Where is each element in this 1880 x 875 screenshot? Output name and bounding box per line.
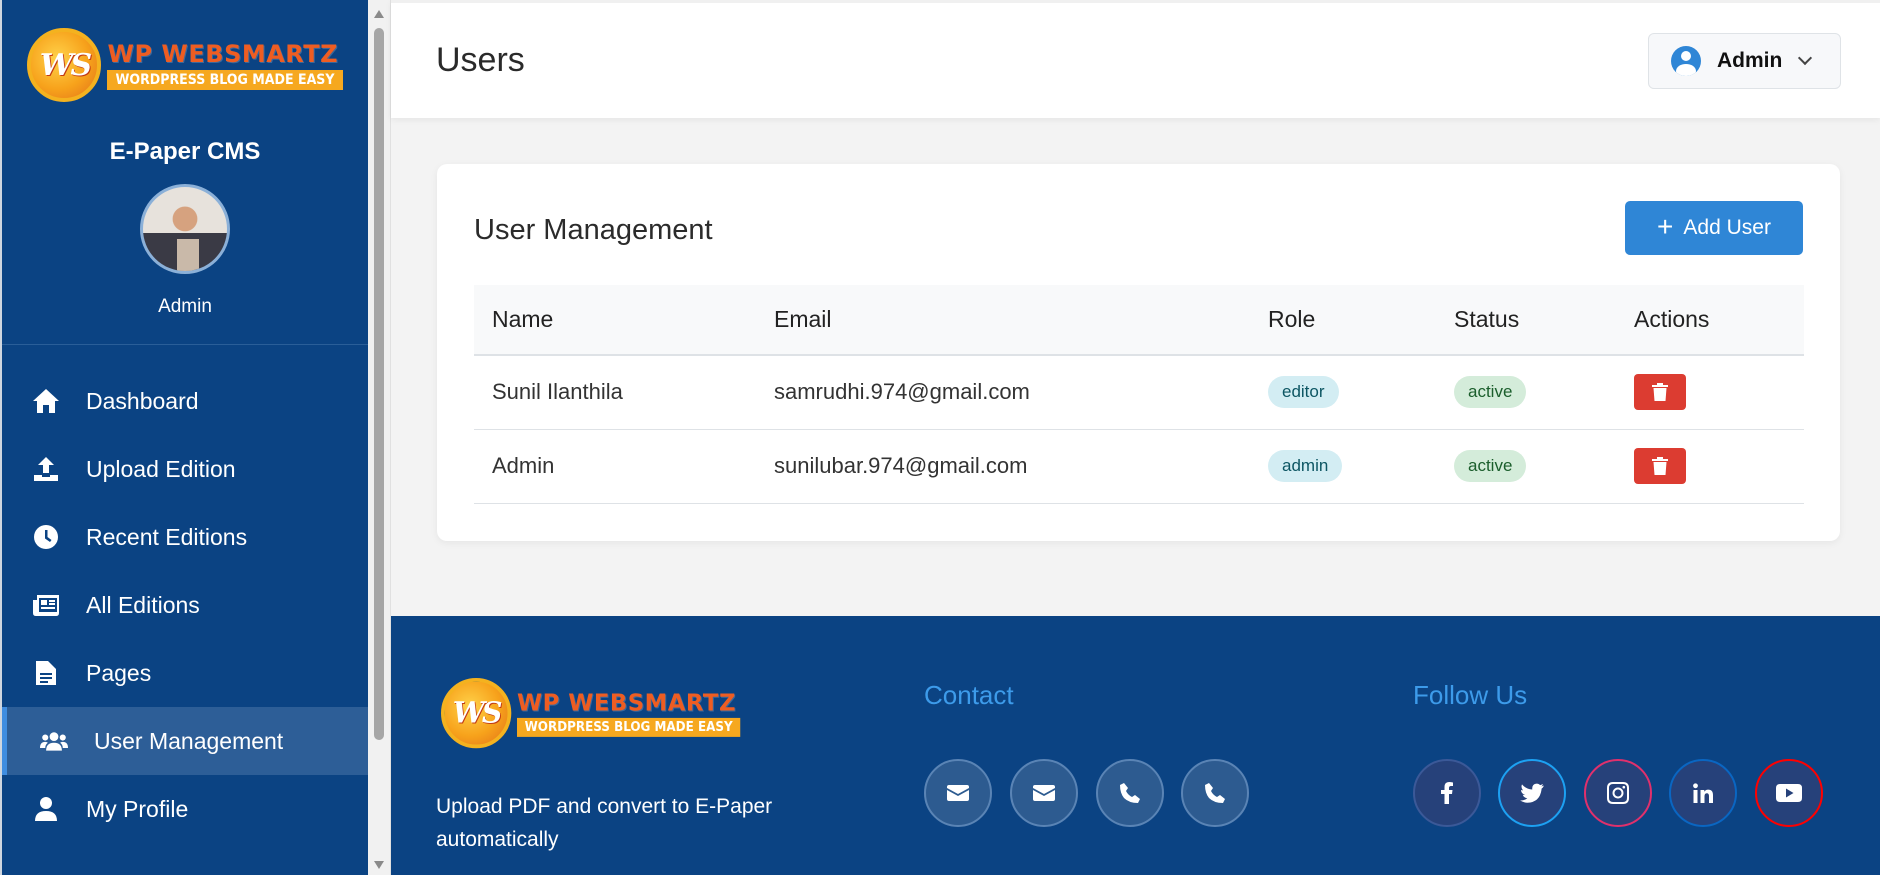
scroll-up-arrow[interactable] <box>374 10 384 18</box>
sidebar-item-label: User Management <box>94 727 284 754</box>
column-header-name: Name <box>474 285 756 356</box>
add-user-label: Add User <box>1683 216 1771 239</box>
follow-us-heading: Follow Us <box>1413 680 1528 710</box>
user-name-cell: Admin <box>474 429 756 504</box>
sidebar-item-label: Dashboard <box>86 387 199 414</box>
column-header-actions: Actions <box>1616 285 1804 356</box>
footer: WS WP WEBSMARTZ WORDPRESS BLOG MADE EASY… <box>391 616 1880 875</box>
phone-button[interactable] <box>1181 759 1249 827</box>
contact-heading: Contact <box>924 680 1014 710</box>
logo[interactable]: WS WP WEBSMARTZ WORDPRESS BLOG MADE EASY <box>27 28 343 102</box>
app-name: E-Paper CMS <box>109 138 261 165</box>
column-header-status: Status <box>1436 285 1616 356</box>
envelope-icon <box>947 785 969 801</box>
phone-icon <box>1205 783 1225 803</box>
status-badge: active <box>1454 376 1527 409</box>
sidebar-brand: WS WP WEBSMARTZ WORDPRESS BLOG MADE EASY… <box>2 0 368 318</box>
user-management-card: User Management + Add User Name Email Ro… <box>437 164 1840 541</box>
instagram-button[interactable] <box>1584 759 1652 827</box>
instagram-icon <box>1607 782 1629 804</box>
plus-icon: + <box>1657 210 1674 242</box>
user-menu-label: Admin <box>1717 49 1783 72</box>
youtube-button[interactable] <box>1755 759 1823 827</box>
logo-mark: WS <box>441 678 512 749</box>
table-row: Admin sunilubar.974@gmail.com admin acti… <box>474 429 1804 504</box>
scrollbar-thumb[interactable] <box>374 28 384 740</box>
trash-icon <box>1652 457 1668 475</box>
file-icon <box>32 659 60 687</box>
twitter-icon <box>1520 783 1544 803</box>
table-header-row: Name Email Role Status Actions <box>474 285 1804 356</box>
email-button[interactable] <box>924 759 992 827</box>
table-row: Sunil Ilanthila samrudhi.974@gmail.com e… <box>474 355 1804 430</box>
sidebar-scrollbar[interactable] <box>368 0 391 875</box>
user-icon <box>32 795 60 823</box>
add-user-button[interactable]: + Add User <box>1625 201 1803 255</box>
sidebar-item-label: All Editions <box>86 591 200 618</box>
footer-logo[interactable]: WS WP WEBSMARTZ WORDPRESS BLOG MADE EASY <box>441 678 741 749</box>
newspaper-icon <box>32 591 60 619</box>
user-email-cell: sunilubar.974@gmail.com <box>756 429 1250 504</box>
youtube-icon <box>1776 784 1802 802</box>
facebook-icon <box>1441 782 1453 804</box>
role-badge: admin <box>1268 450 1343 482</box>
logo-mark: WS <box>27 28 102 102</box>
header: Users Admin <box>391 0 1880 118</box>
column-header-role: Role <box>1250 285 1436 356</box>
twitter-button[interactable] <box>1498 759 1566 827</box>
avatar <box>140 184 230 274</box>
status-badge: active <box>1454 450 1527 482</box>
scroll-down-arrow[interactable] <box>374 861 384 869</box>
logo-title: WP WEBSMARTZ <box>107 40 338 68</box>
sidebar-item-pages[interactable]: Pages <box>2 639 368 707</box>
clock-icon <box>32 523 60 551</box>
facebook-button[interactable] <box>1413 759 1481 827</box>
logo-subtitle: WORDPRESS BLOG MADE EASY <box>517 717 741 737</box>
user-name-cell: Sunil Ilanthila <box>474 355 756 430</box>
linkedin-icon <box>1693 783 1713 803</box>
sidebar-item-all-editions[interactable]: All Editions <box>2 571 368 639</box>
upload-icon <box>32 455 60 483</box>
sidebar-item-label: Upload Edition <box>86 455 236 482</box>
delete-user-button[interactable] <box>1634 374 1686 411</box>
sidebar-user-name: Admin <box>158 296 212 317</box>
sidebar-item-recent-editions[interactable]: Recent Editions <box>2 503 368 571</box>
user-circle-icon <box>1671 46 1701 76</box>
column-header-email: Email <box>756 285 1250 356</box>
sidebar-item-dashboard[interactable]: Dashboard <box>2 367 368 435</box>
role-badge: editor <box>1268 376 1339 409</box>
sidebar-item-label: Pages <box>86 659 152 686</box>
email-button[interactable] <box>1010 759 1078 827</box>
trash-icon <box>1652 383 1668 402</box>
home-icon <box>32 387 60 415</box>
sidebar-item-label: Recent Editions <box>86 523 248 550</box>
users-icon <box>40 727 68 755</box>
page-title: Users <box>436 41 525 79</box>
sidebar: WS WP WEBSMARTZ WORDPRESS BLOG MADE EASY… <box>0 0 368 875</box>
footer-tagline: Upload PDF and convert to E-Paper automa… <box>436 795 773 851</box>
sidebar-item-user-management[interactable]: User Management <box>2 707 368 775</box>
phone-icon <box>1120 783 1140 803</box>
card-title: User Management <box>474 214 713 246</box>
chevron-down-icon <box>1798 50 1813 66</box>
user-menu-dropdown[interactable]: Admin <box>1648 33 1841 89</box>
sidebar-divider <box>2 344 368 345</box>
sidebar-item-upload-edition[interactable]: Upload Edition <box>2 435 368 503</box>
delete-user-button[interactable] <box>1634 448 1686 484</box>
sidebar-menu: Dashboard Upload Edition Recent Editions… <box>2 367 368 843</box>
envelope-icon <box>1033 785 1055 801</box>
logo-subtitle: WORDPRESS BLOG MADE EASY <box>107 70 343 90</box>
logo-title: WP WEBSMARTZ <box>517 689 736 716</box>
phone-button[interactable] <box>1096 759 1164 827</box>
linkedin-button[interactable] <box>1669 759 1737 827</box>
sidebar-item-label: My Profile <box>86 795 189 822</box>
user-email-cell: samrudhi.974@gmail.com <box>756 355 1250 430</box>
users-table: Name Email Role Status Actions Sunil Ila… <box>474 285 1804 504</box>
sidebar-item-my-profile[interactable]: My Profile <box>2 775 368 843</box>
